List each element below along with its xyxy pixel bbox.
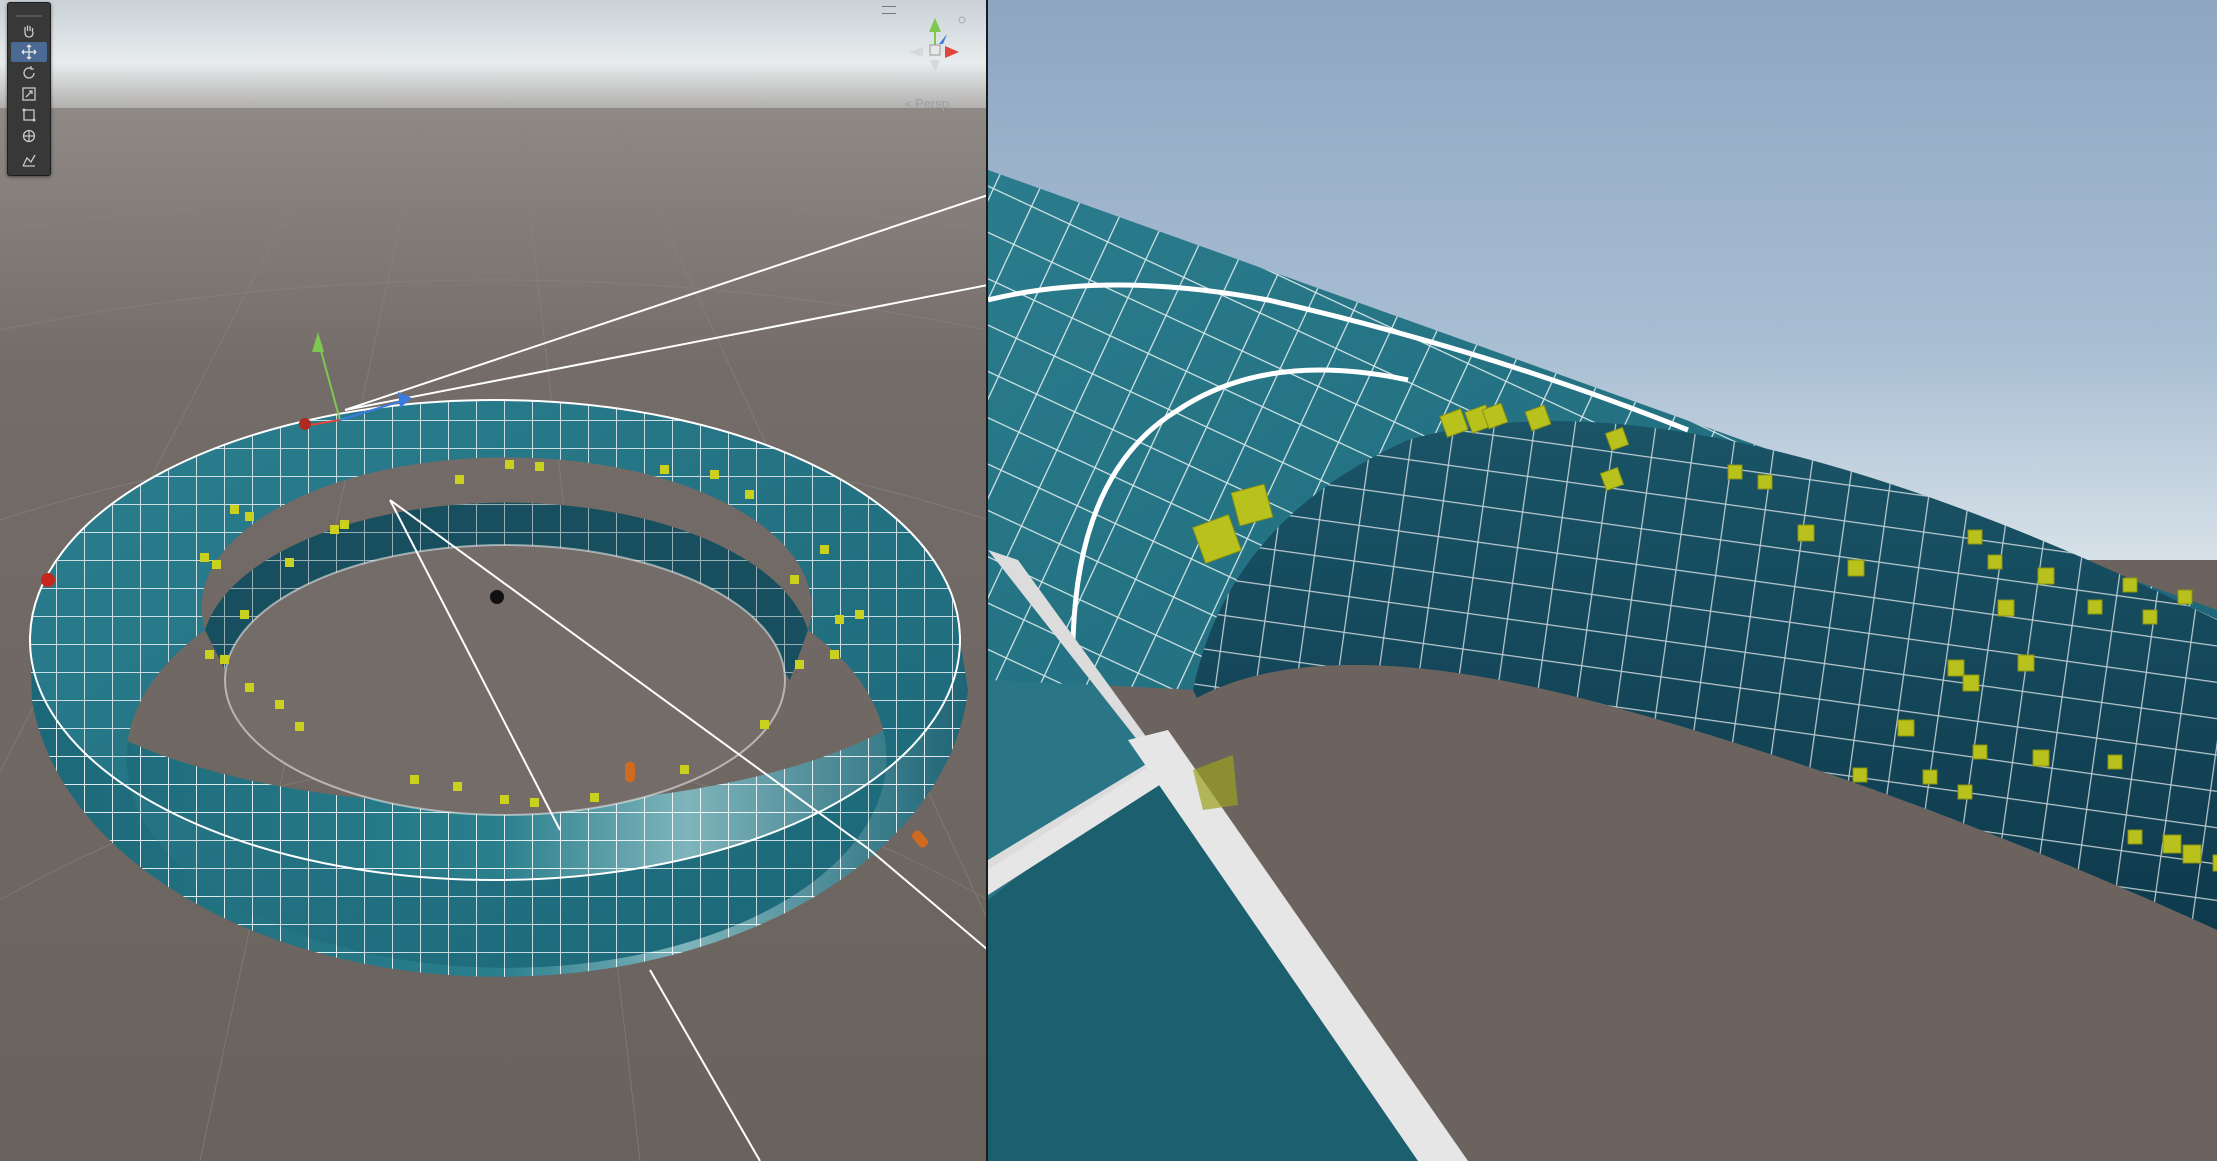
custom-tool-icon — [22, 154, 36, 167]
scene-view[interactable]: < Persp — [0, 0, 988, 1161]
move-tool[interactable] — [11, 42, 47, 62]
scale-icon — [22, 87, 36, 101]
rotate-tool[interactable] — [11, 63, 47, 83]
transform-icon — [22, 129, 36, 143]
projection-label: Persp — [915, 96, 949, 111]
orange-object — [625, 762, 635, 782]
game-viewport[interactable] — [988, 0, 2217, 1161]
tool-palette — [7, 2, 51, 176]
palette-grip[interactable] — [16, 5, 42, 17]
orientation-gizmo[interactable] — [895, 10, 975, 80]
rect-transform-icon — [22, 108, 36, 122]
transform-tool[interactable] — [11, 126, 47, 146]
red-marker — [41, 573, 55, 587]
gizmo-menu-button[interactable] — [882, 6, 896, 14]
z-axis-cone[interactable] — [939, 34, 947, 44]
pivot-point — [490, 590, 504, 604]
neg-x-axis-cone[interactable] — [909, 47, 923, 57]
hand-icon — [24, 25, 34, 38]
custom-editor-tool[interactable] — [11, 150, 47, 170]
scale-tool[interactable] — [11, 84, 47, 104]
move-arrows-icon — [21, 44, 37, 60]
gizmo-lock-icon[interactable] — [958, 16, 966, 24]
hand-tool[interactable] — [11, 21, 47, 41]
projection-toggle[interactable]: < Persp — [905, 96, 949, 111]
perspective-icon: < — [905, 96, 913, 111]
y-axis-cone[interactable] — [929, 18, 941, 32]
game-view[interactable] — [988, 0, 2217, 1161]
x-axis-cone[interactable] — [945, 46, 959, 58]
gizmo-center-cube[interactable] — [929, 44, 941, 56]
neg-y-axis-cone[interactable] — [930, 60, 940, 72]
rotate-icon — [23, 66, 35, 79]
scene-viewport[interactable] — [0, 0, 988, 1161]
rect-tool[interactable] — [11, 105, 47, 125]
